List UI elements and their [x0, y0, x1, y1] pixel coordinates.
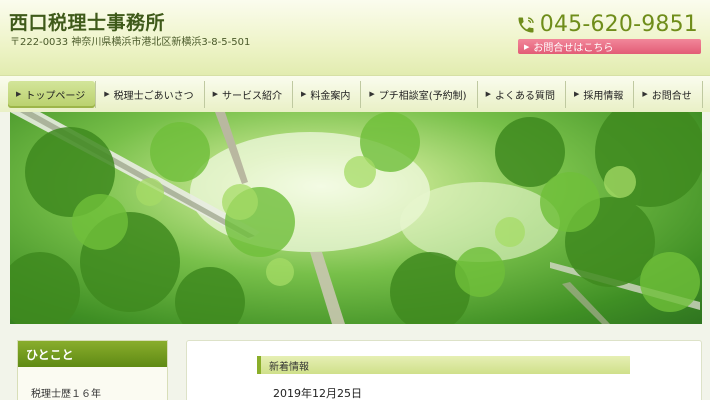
- hero-forest-image: [10, 112, 702, 324]
- nav-item-contact[interactable]: ▶ お問合せ: [633, 80, 703, 108]
- phone-icon: [518, 16, 534, 32]
- site-title[interactable]: 西口税理士事務所: [9, 8, 165, 35]
- main-nav: ▶ トップページ ▶ 税理士ごあいさつ ▶ サービス紹介 ▶ 料金案内 ▶ プチ…: [0, 75, 710, 112]
- nav-label: トップページ: [25, 90, 86, 102]
- arrow-right-icon: ▶: [524, 42, 530, 51]
- nav-label: よくある質問: [494, 90, 555, 102]
- triangle-right-icon: ▶: [300, 90, 307, 98]
- contact-button-label: お問合せはこちら: [533, 43, 614, 54]
- office-address: 〒222-0033 神奈川県横浜市港北区新横浜3-8-5-501: [10, 37, 251, 48]
- contact-button[interactable]: ▶ お問合せはこちら: [518, 39, 701, 54]
- nav-label: 税理士ごあいさつ: [113, 90, 194, 102]
- triangle-right-icon: ▶: [104, 90, 110, 98]
- forest-canopy-illustration: [10, 112, 702, 324]
- sidebar-text: 税理士歴１６年: [31, 389, 101, 400]
- sidebar-box: ひとこと 税理士歴１６年: [17, 340, 168, 400]
- main-content: 新着情報 2019年12月25日: [186, 340, 702, 400]
- nav-label: 料金案内: [310, 90, 351, 102]
- news-date: 2019年12月25日: [273, 387, 362, 400]
- triangle-right-icon: ▶: [212, 90, 218, 98]
- triangle-right-icon: ▶: [573, 90, 580, 98]
- triangle-right-icon: ▶: [485, 90, 491, 98]
- nav-label: サービス紹介: [221, 90, 282, 102]
- nav-label: 採用情報: [583, 90, 624, 102]
- nav-label: プチ相談室(予約制): [378, 90, 467, 102]
- nav-label: お問合せ: [651, 90, 692, 102]
- phone-block: 045-620-9851: [516, 12, 698, 37]
- triangle-right-icon: ▶: [642, 90, 648, 98]
- triangle-right-icon: ▶: [16, 90, 22, 98]
- nav-item-greeting[interactable]: ▶ 税理士ごあいさつ: [95, 80, 203, 108]
- nav-item-recruit[interactable]: ▶ 採用情報: [564, 80, 633, 108]
- nav-item-top[interactable]: ▶ トップページ: [8, 80, 96, 108]
- sidebar-heading: ひとこと: [18, 341, 167, 367]
- nav-item-pricing[interactable]: ▶ 料金案内: [291, 80, 360, 108]
- nav-item-consultation[interactable]: ▶ プチ相談室(予約制): [360, 80, 476, 108]
- site-header: 西口税理士事務所 〒222-0033 神奈川県横浜市港北区新横浜3-8-5-50…: [0, 0, 710, 75]
- phone-number[interactable]: 045-620-9851: [540, 12, 698, 37]
- nav-item-services[interactable]: ▶ サービス紹介: [203, 80, 292, 108]
- news-heading: 新着情報: [257, 356, 630, 374]
- triangle-right-icon: ▶: [369, 90, 375, 98]
- nav-item-faq[interactable]: ▶ よくある質問: [476, 80, 565, 108]
